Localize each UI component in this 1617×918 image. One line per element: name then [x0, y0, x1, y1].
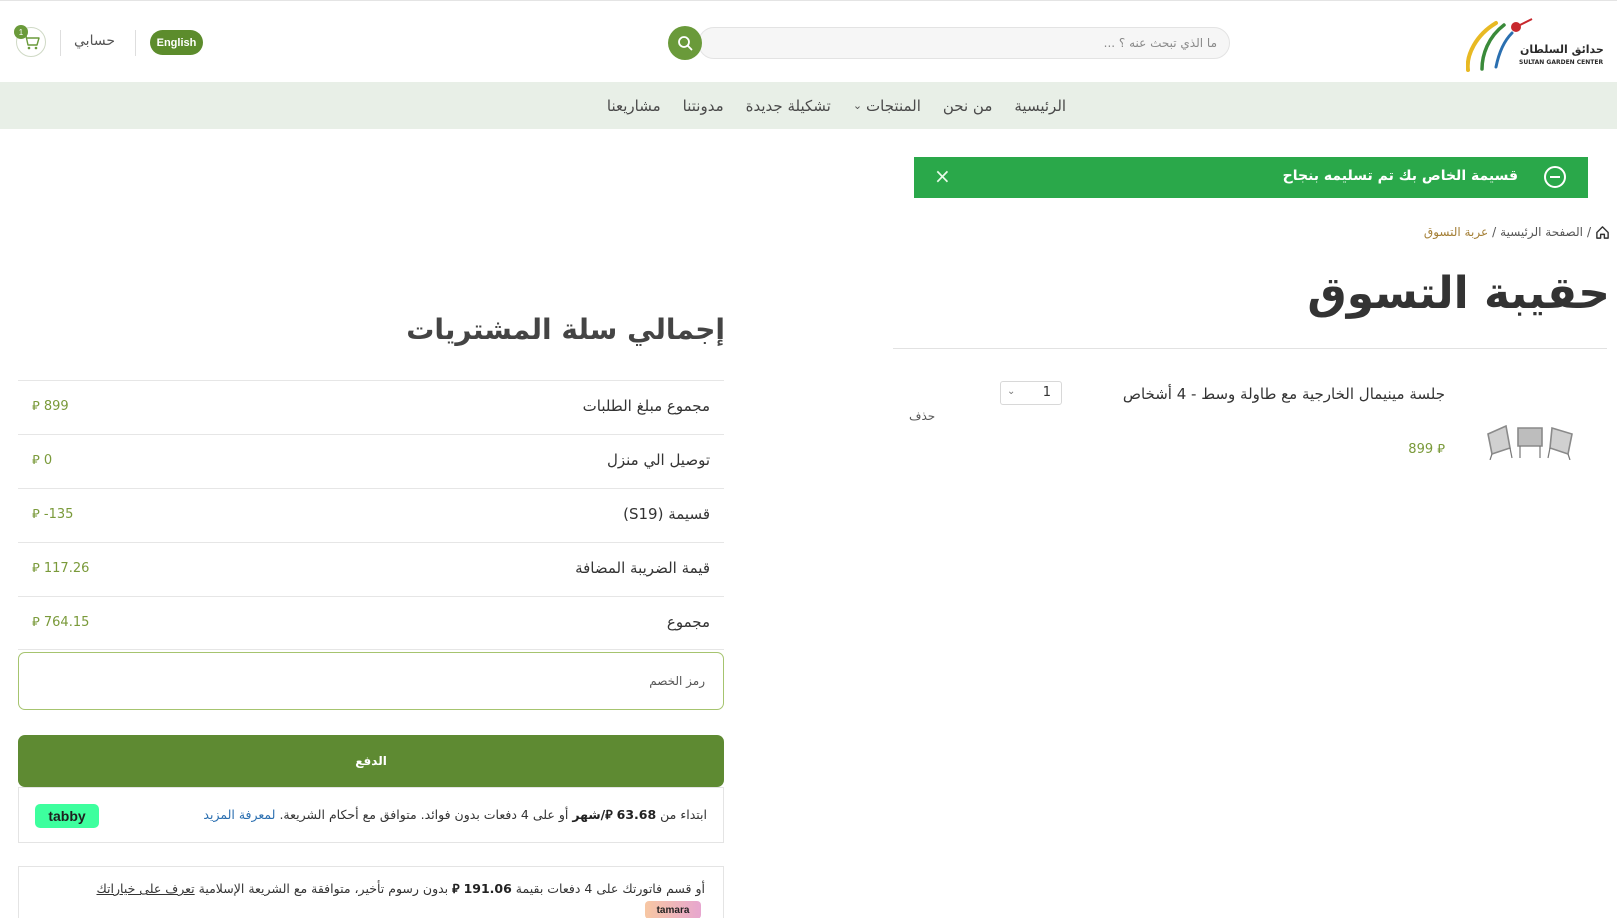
coupon-box	[18, 652, 724, 710]
riyal-icon: ⃁	[452, 881, 460, 896]
totals-amount: -135	[43, 507, 74, 522]
riyal-icon: ⃁	[32, 453, 40, 468]
totals-value: ⃁ 764.15	[32, 613, 89, 630]
product-price-value: 899	[1408, 442, 1434, 457]
header-divider	[60, 30, 61, 56]
totals-label: مجموع مبلغ الطلبات	[582, 397, 710, 415]
search-box	[698, 27, 1230, 59]
totals-value: ⃁ -135	[32, 505, 73, 522]
nav-item-home[interactable]: الرئيسية	[1014, 97, 1066, 115]
riyal-icon: ⃁	[1437, 442, 1445, 457]
nav-item-projects[interactable]: مشاريعنا	[607, 97, 661, 115]
riyal-icon: ⃁	[32, 615, 40, 630]
remove-item-link[interactable]: حذف	[909, 409, 935, 423]
home-icon[interactable]	[1595, 225, 1610, 240]
totals-amount: 764.15	[43, 615, 90, 630]
totals-value: ⃁ 117.26	[32, 559, 89, 576]
tabby-amount: 63.68	[616, 807, 657, 822]
totals-title: إجمالي سلة المشتريات	[406, 313, 725, 346]
nav-item-label: مشاريعنا	[606, 96, 661, 115]
nav-item-label: تشكيلة جديدة	[745, 96, 831, 115]
tabby-text: ابتداء من 63.68 ⃁/شهر أو على 4 دفعات بدو…	[203, 807, 707, 823]
riyal-icon: ⃁	[32, 399, 40, 414]
tamara-amount: 191.06	[463, 881, 512, 896]
nav-item-new-collection[interactable]: تشكيلة جديدة	[746, 97, 831, 115]
riyal-icon: ⃁	[605, 807, 613, 822]
product-name[interactable]: جلسة مينيمال الخارجية مع طاولة وسط - 4 أ…	[1105, 384, 1445, 404]
coupon-input[interactable]	[35, 667, 705, 695]
search-icon	[678, 36, 693, 51]
divider	[893, 348, 1607, 349]
totals-label: مجموع	[666, 613, 710, 631]
tabby-per-month: /شهر	[572, 807, 606, 822]
logo-text-english: SULTAN GARDEN CENTER	[1519, 59, 1604, 66]
breadcrumb-separator: /	[1492, 225, 1497, 239]
totals-label: توصيل الي منزل	[606, 451, 710, 469]
nav-item-blog[interactable]: مدونتنا	[683, 97, 724, 115]
tamara-logo: tamara	[645, 901, 701, 918]
tamara-text: أو قسم فاتورتك على 4 دفعات بقيمة 191.06 …	[96, 881, 705, 897]
totals-row-total: مجموع ⃁ 764.15	[18, 596, 724, 650]
tabby-logo: tabby	[35, 804, 99, 828]
tamara-text-rest: بدون رسوم تأخير، متوافقة مع الشريعة الإس…	[198, 881, 449, 896]
tabby-promo: ابتداء من 63.68 ⃁/شهر أو على 4 دفعات بدو…	[18, 787, 724, 843]
language-button[interactable]: English	[150, 30, 203, 55]
quantity-select[interactable]: 1 ⌄	[1000, 381, 1062, 405]
quantity-value: 1	[1042, 385, 1051, 400]
logo-text-arabic: حدائق السلطان	[1520, 43, 1604, 56]
totals-value: ⃁ 899	[32, 397, 69, 414]
site-header: حدائق السلطان SULTAN GARDEN CENTER Engli…	[0, 1, 1617, 82]
alert-message: قسيمة الخاص بك تم تسليمه بنجاح	[1282, 168, 1518, 184]
product-image[interactable]	[1486, 420, 1580, 460]
nav-item-label: مدونتنا	[682, 96, 724, 115]
breadcrumb-current[interactable]: عربة التسوق	[1424, 225, 1488, 239]
riyal-icon: ⃁	[32, 507, 40, 522]
search-input[interactable]	[721, 28, 1217, 58]
success-alert: قسيمة الخاص بك تم تسليمه بنجاح ×	[914, 157, 1588, 198]
tabby-learn-more-link[interactable]: لمعرفة المزيد	[203, 807, 275, 822]
checkout-button[interactable]: الدفع	[18, 735, 724, 787]
product-price: ⃁ 899	[1408, 440, 1445, 457]
totals-label: قيمة الضريبة المضافة	[575, 559, 710, 577]
search-button[interactable]	[668, 26, 702, 60]
totals-row-coupon: قسيمة (S19) ⃁ -135	[18, 488, 724, 542]
nav-item-label: الرئيسية	[1014, 96, 1067, 115]
tabby-text-rest: أو على 4 دفعات بدون فوائد. متوافق مع أحك…	[279, 807, 569, 822]
riyal-icon: ⃁	[32, 561, 40, 576]
totals-value: ⃁ 0	[32, 451, 52, 468]
minus-circle-icon	[1544, 166, 1566, 188]
totals-row-subtotal: مجموع مبلغ الطلبات ⃁ 899	[18, 380, 724, 434]
totals-amount: 0	[43, 453, 53, 468]
totals-table: مجموع مبلغ الطلبات ⃁ 899 توصيل الي منزل …	[18, 380, 724, 650]
breadcrumb: / الصفحة الرئيسية / عربة التسوق	[1400, 222, 1610, 242]
nav-item-label: المنتجات	[866, 96, 921, 115]
tabby-text-start: ابتداء من	[660, 807, 707, 822]
main-nav: الرئيسية من نحن المنتجات ⌄ تشكيلة جديدة م…	[0, 82, 1617, 129]
nav-item-about[interactable]: من نحن	[943, 97, 993, 115]
totals-row-delivery: توصيل الي منزل ⃁ 0	[18, 434, 724, 488]
chevron-down-icon: ⌄	[1007, 386, 1016, 397]
totals-label: قسيمة (S19)	[623, 505, 710, 523]
nav-item-label: من نحن	[942, 96, 993, 115]
totals-row-vat: قيمة الضريبة المضافة ⃁ 117.26	[18, 542, 724, 596]
cart-count-badge: 1	[14, 25, 28, 39]
tamara-text-start: أو قسم فاتورتك على 4 دفعات بقيمة	[515, 881, 705, 896]
header-divider	[135, 30, 136, 56]
close-icon[interactable]: ×	[934, 165, 951, 187]
tamara-promo: أو قسم فاتورتك على 4 دفعات بقيمة 191.06 …	[18, 866, 724, 918]
breadcrumb-separator: /	[1586, 225, 1591, 239]
totals-amount: 899	[43, 399, 69, 414]
page-title: حقيبة التسوق	[1307, 268, 1610, 319]
breadcrumb-home[interactable]: الصفحة الرئيسية	[1500, 225, 1583, 239]
chevron-down-icon: ⌄	[852, 99, 863, 112]
nav-item-products[interactable]: المنتجات ⌄	[853, 97, 921, 115]
tamara-options-link[interactable]: تعرف على خياراتك	[96, 881, 194, 896]
account-link[interactable]: حسابي	[74, 33, 115, 49]
totals-amount: 117.26	[43, 561, 90, 576]
